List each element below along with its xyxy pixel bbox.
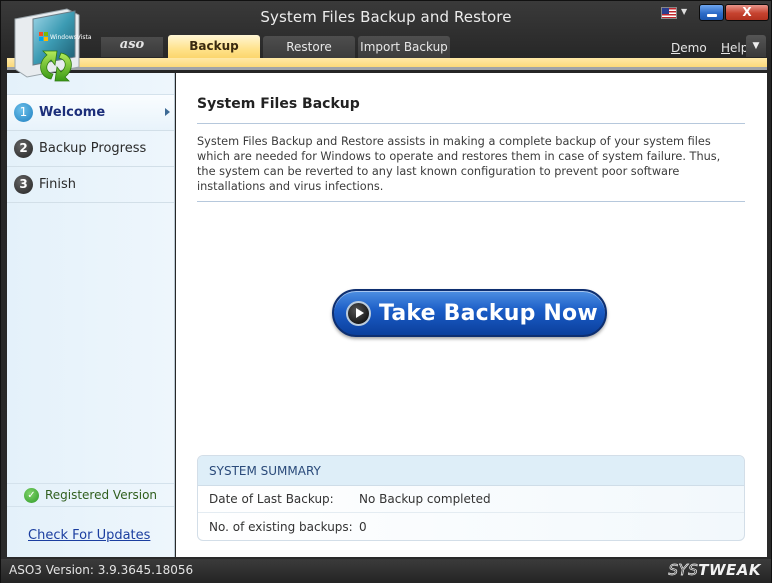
summary-heading: SYSTEM SUMMARY [198, 456, 744, 486]
step-label: Finish [39, 177, 77, 192]
divider [197, 123, 745, 124]
summary-row: No. of existing backups: 0 [198, 513, 744, 540]
tab-restore[interactable]: Restore [263, 36, 355, 58]
play-icon [346, 300, 371, 326]
summary-value: 0 [359, 519, 367, 534]
step-finish[interactable]: 3 Finish [7, 167, 174, 203]
brand-tweak: TWEAK [698, 561, 761, 579]
app-window: System Files Backup and Restore ▼ X Wind… [0, 0, 772, 583]
check-for-updates-link[interactable]: Check For Updates [28, 528, 150, 543]
summary-value: No Backup completed [359, 492, 491, 506]
help-dropdown-icon[interactable]: ▼ [746, 35, 766, 57]
svg-text:WindowsVista: WindowsVista [50, 34, 92, 41]
version-label: ASO3 Version: 3.9.3645.18056 [9, 563, 194, 577]
check-circle-icon: ✓ [23, 487, 39, 503]
take-backup-label: Take Backup Now [379, 300, 598, 326]
status-bar: ASO3 Version: 3.9.3645.18056 SYSTWEAK [1, 559, 771, 583]
summary-label: No. of existing backups: [209, 519, 353, 534]
help-accesskey: H [721, 41, 731, 55]
page-title: System Files Backup [197, 96, 360, 112]
us-flag-icon[interactable] [661, 7, 677, 19]
window-title: System Files Backup and Restore [260, 8, 512, 26]
tab-band [7, 58, 767, 70]
divider [197, 201, 745, 202]
tab-backup[interactable]: Backup [168, 35, 260, 59]
summary-label: Date of Last Backup: [209, 492, 334, 506]
registered-label: Registered Version [44, 488, 158, 502]
demo-accesskey: D [671, 41, 681, 55]
brand-sys: SYS [668, 561, 699, 580]
app-logo-icon: WindowsVista [14, 8, 92, 82]
summary-row: Date of Last Backup: No Backup completed [198, 486, 744, 513]
step-number-badge: 1 [14, 103, 33, 122]
systweak-logo: SYSTWEAK [668, 561, 761, 580]
tab-import-backup[interactable]: Import Backup [358, 36, 450, 58]
step-number-badge: 3 [14, 175, 33, 194]
system-summary-panel: SYSTEM SUMMARY Date of Last Backup: No B… [197, 455, 745, 541]
aso-brand-tab: aso [101, 37, 163, 57]
chevron-right-icon [165, 108, 170, 116]
description-text: System Files Backup and Restore assists … [197, 135, 721, 193]
title-bar[interactable]: System Files Backup and Restore ▼ X [1, 1, 771, 35]
step-backup-progress[interactable]: 2 Backup Progress [7, 131, 174, 167]
close-button[interactable]: X [725, 4, 769, 21]
demo-label: emo [680, 41, 707, 55]
main-content: System Files Backup System Files Backup … [176, 73, 767, 557]
take-backup-now-button[interactable]: Take Backup Now [332, 289, 607, 337]
help-link[interactable]: Help [721, 41, 748, 55]
step-label: Backup Progress [39, 141, 147, 156]
step-number-badge: 2 [14, 139, 33, 158]
step-welcome[interactable]: 1 Welcome [7, 95, 174, 131]
wizard-sidebar: 1 Welcome 2 Backup Progress 3 Finish ✓ R… [7, 73, 175, 557]
language-dropdown-icon[interactable]: ▼ [681, 7, 687, 16]
registered-status: ✓ Registered Version [7, 483, 174, 507]
minimize-button[interactable] [699, 4, 724, 21]
step-label: Welcome [39, 105, 106, 120]
demo-link[interactable]: Demo [671, 41, 707, 55]
